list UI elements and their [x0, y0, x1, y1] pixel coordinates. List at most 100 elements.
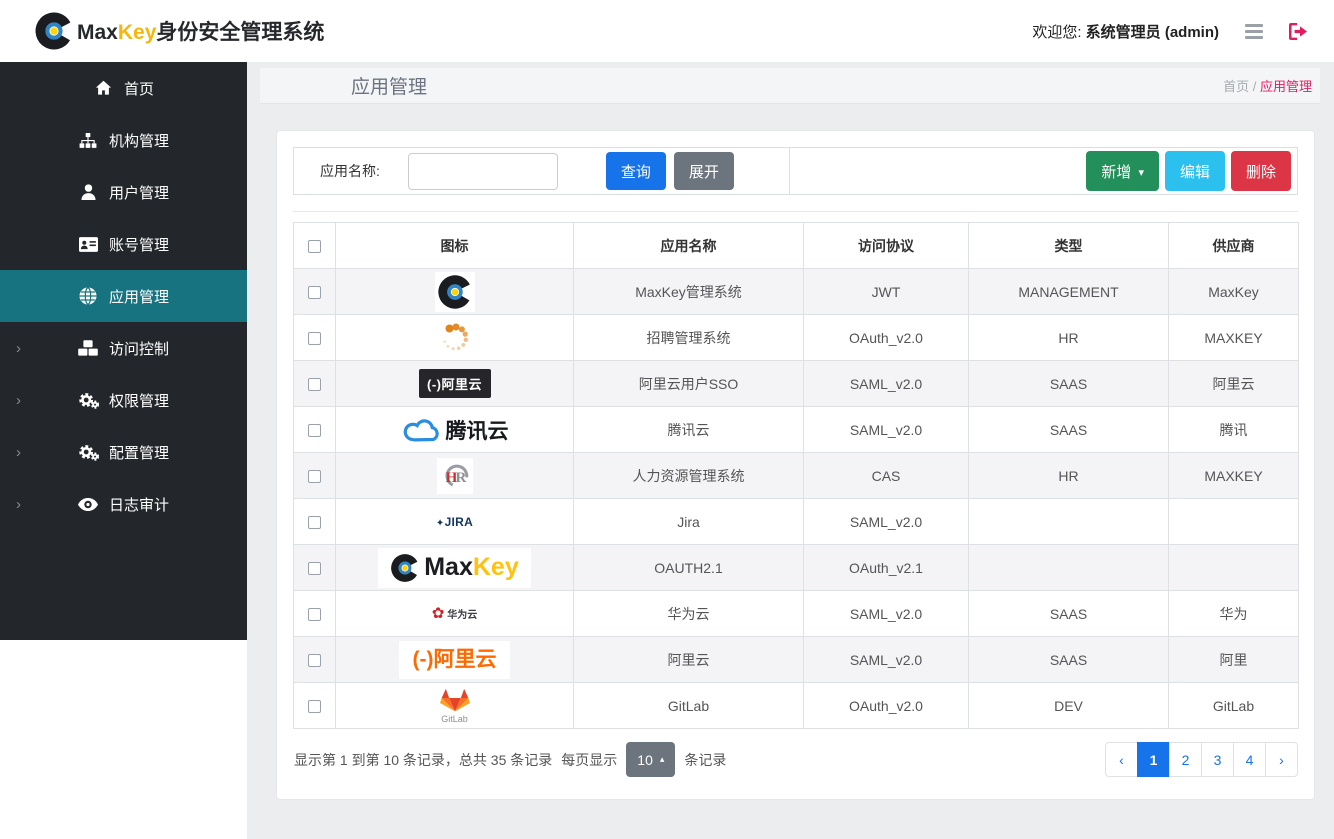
pagination-page-1[interactable]: 1 [1137, 742, 1170, 777]
sidebar-item-label: 配置管理 [109, 442, 169, 463]
expand-button[interactable]: 展开 [674, 152, 734, 190]
add-button-label: 新增 [1101, 164, 1131, 181]
protocol-cell: OAuth_v2.0 [804, 315, 969, 361]
type-cell: HR [969, 453, 1169, 499]
welcome-prefix: 欢迎您: [1032, 24, 1081, 41]
column-header: 图标 [336, 223, 574, 269]
row-checkbox[interactable] [308, 608, 321, 621]
cubes-icon [78, 340, 99, 356]
sidebar-item-label: 账号管理 [109, 234, 169, 255]
sidebar-item-app[interactable]: 应用管理 [0, 270, 247, 322]
row-checkbox[interactable] [308, 470, 321, 483]
maxkey-full-logo: MaxKey [340, 548, 569, 588]
column-header: 访问协议 [804, 223, 969, 269]
record-summary: 显示第 1 到第 10 条记录，总共 35 条记录 [294, 750, 552, 770]
select-all-checkbox[interactable] [308, 240, 321, 253]
chevron-right-icon: › [16, 497, 21, 512]
table-row[interactable]: MaxKey管理系统JWTMANAGEMENTMaxKey [294, 269, 1299, 315]
add-button[interactable]: 新增 ▾ [1086, 151, 1159, 191]
row-checkbox[interactable] [308, 286, 321, 299]
sidebar-item-config[interactable]: ›配置管理 [0, 426, 247, 478]
app-list-panel: 应用名称: 查询 展开 新增▾ 编辑 删除 [276, 130, 1315, 800]
sidebar-item-org[interactable]: 机构管理 [0, 114, 247, 166]
protocol-cell: SAML_v2.0 [804, 407, 969, 453]
pagination-page-4[interactable]: 4 [1233, 742, 1266, 777]
chevron-right-icon: › [16, 393, 21, 408]
globe-icon [78, 287, 99, 305]
top-navbar: MaxKey身份安全管理系统 欢迎您: 系统管理员 (admin) [0, 0, 1334, 62]
logout-icon[interactable] [1289, 23, 1308, 40]
row-checkbox[interactable] [308, 516, 321, 529]
maxkey-round-logo [340, 272, 569, 312]
sidebar-item-perm[interactable]: ›权限管理 [0, 374, 247, 426]
table-header-row: 图标应用名称访问协议类型供应商 [294, 223, 1299, 269]
sidebar-item-label: 应用管理 [109, 286, 169, 307]
breadcrumb-home[interactable]: 首页 [1223, 79, 1249, 94]
pagination-bar: 显示第 1 到第 10 条记录，总共 35 条记录 每页显示 10▴ 条记录 ‹… [293, 742, 1298, 777]
id-card-icon [78, 237, 99, 252]
table-row[interactable]: 招聘管理系统OAuth_v2.0HRMAXKEY [294, 315, 1299, 361]
row-checkbox[interactable] [308, 654, 321, 667]
applications-table: 图标应用名称访问协议类型供应商 MaxKey管理系统JWTMANAGEMENTM… [293, 222, 1299, 729]
sidebar-item-user[interactable]: 用户管理 [0, 166, 247, 218]
app-name-input[interactable] [408, 153, 558, 190]
sidebar-item-label: 用户管理 [109, 182, 169, 203]
welcome-user: 系统管理员 (admin) [1086, 24, 1219, 41]
aliyun-orange-logo: (-)阿里云 [340, 641, 569, 679]
brand-key: Key [118, 21, 157, 44]
sidebar-item-access[interactable]: ›访问控制 [0, 322, 247, 374]
pagination-page-3[interactable]: 3 [1201, 742, 1234, 777]
aliyun-dark-logo: (-)阿里云 [340, 369, 569, 398]
table-row[interactable]: (-)阿里云阿里云用户SSOSAML_v2.0SAAS阿里云 [294, 361, 1299, 407]
sidebar-item-audit[interactable]: ›日志审计 [0, 478, 247, 530]
home-icon [93, 80, 114, 96]
delete-button[interactable]: 删除 [1231, 151, 1291, 191]
tencent-cloud-logo: 腾讯云 [340, 415, 569, 445]
query-button[interactable]: 查询 [606, 152, 666, 190]
page-size-value: 10 [637, 752, 653, 768]
column-header: 应用名称 [574, 223, 804, 269]
table-row[interactable]: ✿华为云华为云SAML_v2.0SAAS华为 [294, 591, 1299, 637]
vendor-cell: MAXKEY [1169, 315, 1299, 361]
table-row[interactable]: HR人力资源管理系统CASHRMAXKEY [294, 453, 1299, 499]
sidebar-item-home[interactable]: 首页 [0, 62, 247, 114]
brand: MaxKey身份安全管理系统 [34, 11, 324, 51]
vendor-cell: 华为 [1169, 591, 1299, 637]
gears-icon [78, 392, 99, 409]
breadcrumb: 首页 / 应用管理 [1223, 76, 1312, 95]
app-name-cell: OAUTH2.1 [574, 545, 804, 591]
table-row[interactable]: ✦JIRAJiraSAML_v2.0 [294, 499, 1299, 545]
pagination-prev[interactable]: ‹ [1105, 742, 1138, 777]
table-row[interactable]: (-)阿里云阿里云SAML_v2.0SAAS阿里 [294, 637, 1299, 683]
row-checkbox[interactable] [308, 332, 321, 345]
table-container: 图标应用名称访问协议类型供应商 MaxKey管理系统JWTMANAGEMENTM… [293, 211, 1298, 729]
edit-button[interactable]: 编辑 [1165, 151, 1225, 191]
menu-icon[interactable] [1243, 22, 1265, 41]
type-cell: SAAS [969, 637, 1169, 683]
type-cell: DEV [969, 683, 1169, 729]
column-header: 类型 [969, 223, 1169, 269]
page-title: 应用管理 [351, 72, 427, 99]
row-checkbox[interactable] [308, 378, 321, 391]
breadcrumb-current: 应用管理 [1260, 79, 1312, 94]
table-row[interactable]: MaxKeyOAUTH2.1OAuth_v2.1 [294, 545, 1299, 591]
table-row[interactable]: GitLabGitLabOAuth_v2.0DEVGitLab [294, 683, 1299, 729]
type-cell: SAAS [969, 407, 1169, 453]
app-name-cell: MaxKey管理系统 [574, 269, 804, 315]
sitemap-icon [78, 133, 99, 148]
per-page-suffix: 条记录 [684, 750, 726, 770]
pagination: ‹1234› [1105, 742, 1298, 777]
pagination-page-2[interactable]: 2 [1169, 742, 1202, 777]
sidebar-item-account[interactable]: 账号管理 [0, 218, 247, 270]
pagination-next[interactable]: › [1265, 742, 1298, 777]
protocol-cell: CAS [804, 453, 969, 499]
row-checkbox[interactable] [308, 562, 321, 575]
row-checkbox[interactable] [308, 424, 321, 437]
row-checkbox[interactable] [308, 700, 321, 713]
app-name-cell: 腾讯云 [574, 407, 804, 453]
type-cell: HR [969, 315, 1169, 361]
table-row[interactable]: 腾讯云腾讯云SAML_v2.0SAAS腾讯 [294, 407, 1299, 453]
main-content: 应用管理 首页 / 应用管理 应用名称: 查询 展开 新增▾ 编辑 删除 [247, 62, 1334, 839]
caret-down-icon: ▾ [1138, 167, 1144, 179]
page-size-dropdown[interactable]: 10▴ [626, 742, 675, 777]
